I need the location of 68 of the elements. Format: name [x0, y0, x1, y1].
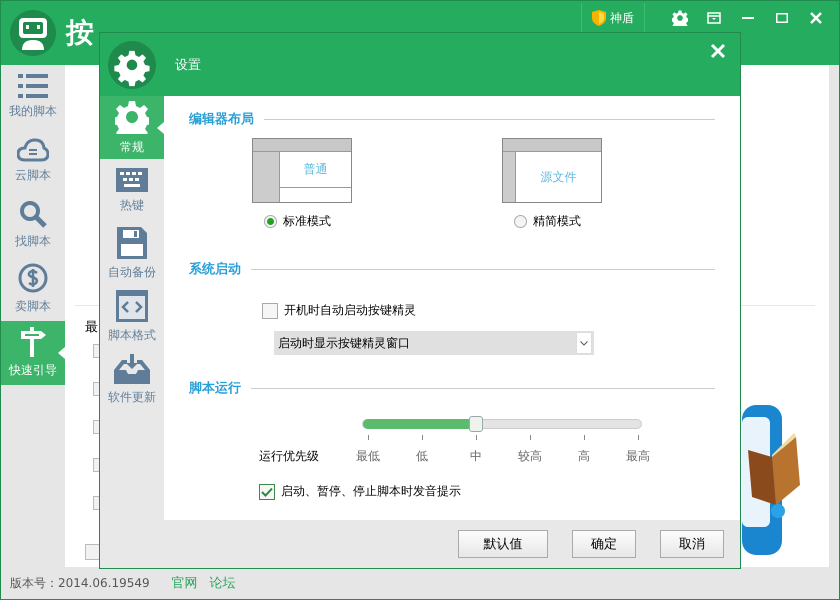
code-icon [116, 290, 148, 322]
minimize-icon [742, 17, 754, 19]
dollar-icon [18, 263, 48, 293]
settings-tab[interactable]: 常规 [100, 96, 164, 159]
section-heading: 编辑器布局 [189, 110, 254, 128]
settings-tab[interactable]: 软件更新 [100, 348, 164, 411]
tick-label: 中 [469, 448, 483, 465]
dialog-title: 设置 [175, 56, 201, 74]
gear-icon [115, 100, 149, 134]
close-icon [810, 12, 822, 24]
close-icon [710, 43, 726, 59]
radio-button[interactable] [93, 344, 99, 358]
sidebar-item[interactable]: 卖脚本 [1, 257, 65, 321]
priority-slider[interactable] [362, 419, 642, 429]
tick-label: 最低 [355, 448, 381, 465]
checkbox-label: 开机时自动启动按键精灵 [284, 302, 416, 319]
checkbox-label: 启动、暂停、停止脚本时发音提示 [281, 483, 461, 500]
dialog-button[interactable]: 取消 [660, 530, 724, 558]
footer-link[interactable]: 论坛 [210, 574, 236, 592]
checkbox[interactable] [259, 484, 275, 500]
dialog-button[interactable]: 默认值 [458, 530, 548, 558]
shield-icon [592, 10, 606, 26]
settings-logo-icon [108, 40, 156, 88]
checkbox[interactable] [85, 544, 99, 560]
radio-label: 精简模式 [533, 213, 581, 230]
tick-label: 高 [577, 448, 591, 465]
list-icon [18, 74, 48, 98]
robot-logo-icon [10, 10, 56, 56]
radio-label: 标准模式 [283, 213, 331, 230]
app-title: 按 [66, 15, 94, 51]
radio-button[interactable] [93, 382, 99, 396]
section-heading: 最 [85, 319, 98, 336]
settings-icon [672, 10, 688, 26]
sidebar-item[interactable]: 我的脚本 [1, 65, 65, 129]
tick-label: 最高 [625, 448, 651, 465]
keyboard-icon [116, 168, 148, 192]
radio-button[interactable] [93, 420, 99, 434]
cloud-icon [17, 138, 49, 162]
window-menu-icon [707, 12, 721, 24]
maximize-icon [776, 13, 788, 23]
footer-link[interactable]: 官网 [172, 574, 198, 592]
settings-tab[interactable]: 自动备份 [100, 222, 164, 285]
layout-preview[interactable]: 源文件 [502, 138, 602, 203]
radio-button[interactable] [264, 215, 277, 228]
sidebar-item[interactable]: 云脚本 [1, 129, 65, 193]
checkbox[interactable] [262, 302, 278, 318]
section-heading: 系统启动 [189, 260, 241, 278]
radio-button[interactable] [514, 215, 527, 228]
radio-button[interactable] [93, 458, 99, 472]
floppy-icon [117, 226, 147, 258]
dialog-button[interactable]: 确定 [572, 530, 636, 558]
window-dropdown[interactable]: 启动时显示按键精灵窗口 [274, 331, 594, 355]
layout-preview[interactable]: 普通 [252, 138, 352, 203]
download-tray-icon [114, 354, 150, 384]
settings-tab[interactable]: 脚本格式 [100, 285, 164, 348]
sidebar-item[interactable]: 快速引导 [1, 321, 65, 385]
section-heading: 脚本运行 [189, 380, 241, 397]
signpost-icon [19, 327, 47, 357]
slider-label: 运行优先级 [259, 448, 320, 465]
radio-button[interactable] [93, 496, 99, 510]
tick-label: 低 [415, 448, 429, 465]
settings-tab[interactable]: 热键 [100, 159, 164, 222]
version-label: 版本号：2014.06.19549 [10, 574, 150, 592]
search-icon [19, 200, 47, 228]
tick-label: 较高 [517, 448, 543, 465]
close-button[interactable] [710, 43, 726, 59]
caret-icon [580, 340, 588, 346]
sidebar-item[interactable]: 找脚本 [1, 193, 65, 257]
